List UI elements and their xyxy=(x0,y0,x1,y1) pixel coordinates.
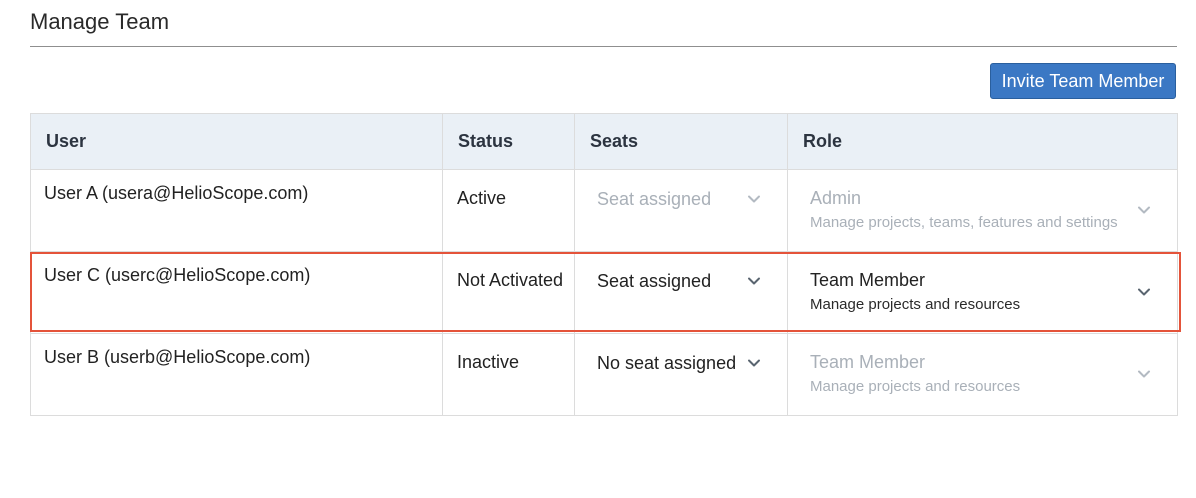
role-select[interactable]: Team Member Manage projects and resource… xyxy=(787,251,1178,334)
role-select-value: Admin xyxy=(810,188,862,208)
chevron-down-icon xyxy=(748,195,760,203)
chevron-down-icon xyxy=(1138,206,1150,214)
column-header-user: User xyxy=(30,113,443,170)
title-divider xyxy=(30,46,1177,47)
chevron-down-icon xyxy=(748,277,760,285)
table-row: User C (userc@HelioScope.com) Not Activa… xyxy=(30,251,1178,334)
role-select-value: Team Member xyxy=(810,270,926,290)
seat-select[interactable]: Seat assigned xyxy=(574,251,788,334)
seat-select[interactable]: Seat assigned xyxy=(574,169,788,252)
role-select[interactable]: Admin Manage projects, teams, features a… xyxy=(787,169,1178,252)
seat-select[interactable]: No seat assigned xyxy=(574,333,788,416)
invite-team-member-button[interactable]: Invite Team Member xyxy=(990,63,1176,99)
chevron-down-icon xyxy=(1138,288,1150,296)
table-header-row: User Status Seats Role xyxy=(30,113,1178,170)
seat-select-value: No seat assigned xyxy=(597,353,737,373)
column-header-status: Status xyxy=(442,113,575,170)
table-row: User B (userb@HelioScope.com) Inactive N… xyxy=(30,333,1178,416)
role-description: Manage projects and resources xyxy=(810,378,1021,395)
role-select[interactable]: Team Member Manage projects and resource… xyxy=(787,333,1178,416)
role-select-value: Team Member xyxy=(810,352,926,372)
chevron-down-icon xyxy=(1138,370,1150,378)
column-header-seats: Seats xyxy=(574,113,788,170)
team-table: User Status Seats Role User A (usera@Hel… xyxy=(30,113,1178,416)
user-cell: User B (userb@HelioScope.com) xyxy=(30,333,443,416)
seat-select-value: Seat assigned xyxy=(597,189,712,209)
status-cell: Not Activated xyxy=(442,251,575,334)
role-description: Manage projects, teams, features and set… xyxy=(810,214,1118,231)
table-row: User A (usera@HelioScope.com) Active Sea… xyxy=(30,169,1178,252)
role-description: Manage projects and resources xyxy=(810,296,1021,313)
user-cell: User C (userc@HelioScope.com) xyxy=(30,251,443,334)
status-cell: Active xyxy=(442,169,575,252)
user-cell: User A (usera@HelioScope.com) xyxy=(30,169,443,252)
seat-select-value: Seat assigned xyxy=(597,271,712,291)
column-header-role: Role xyxy=(787,113,1178,170)
page-title: Manage Team xyxy=(30,9,170,34)
chevron-down-icon xyxy=(748,359,760,367)
status-cell: Inactive xyxy=(442,333,575,416)
